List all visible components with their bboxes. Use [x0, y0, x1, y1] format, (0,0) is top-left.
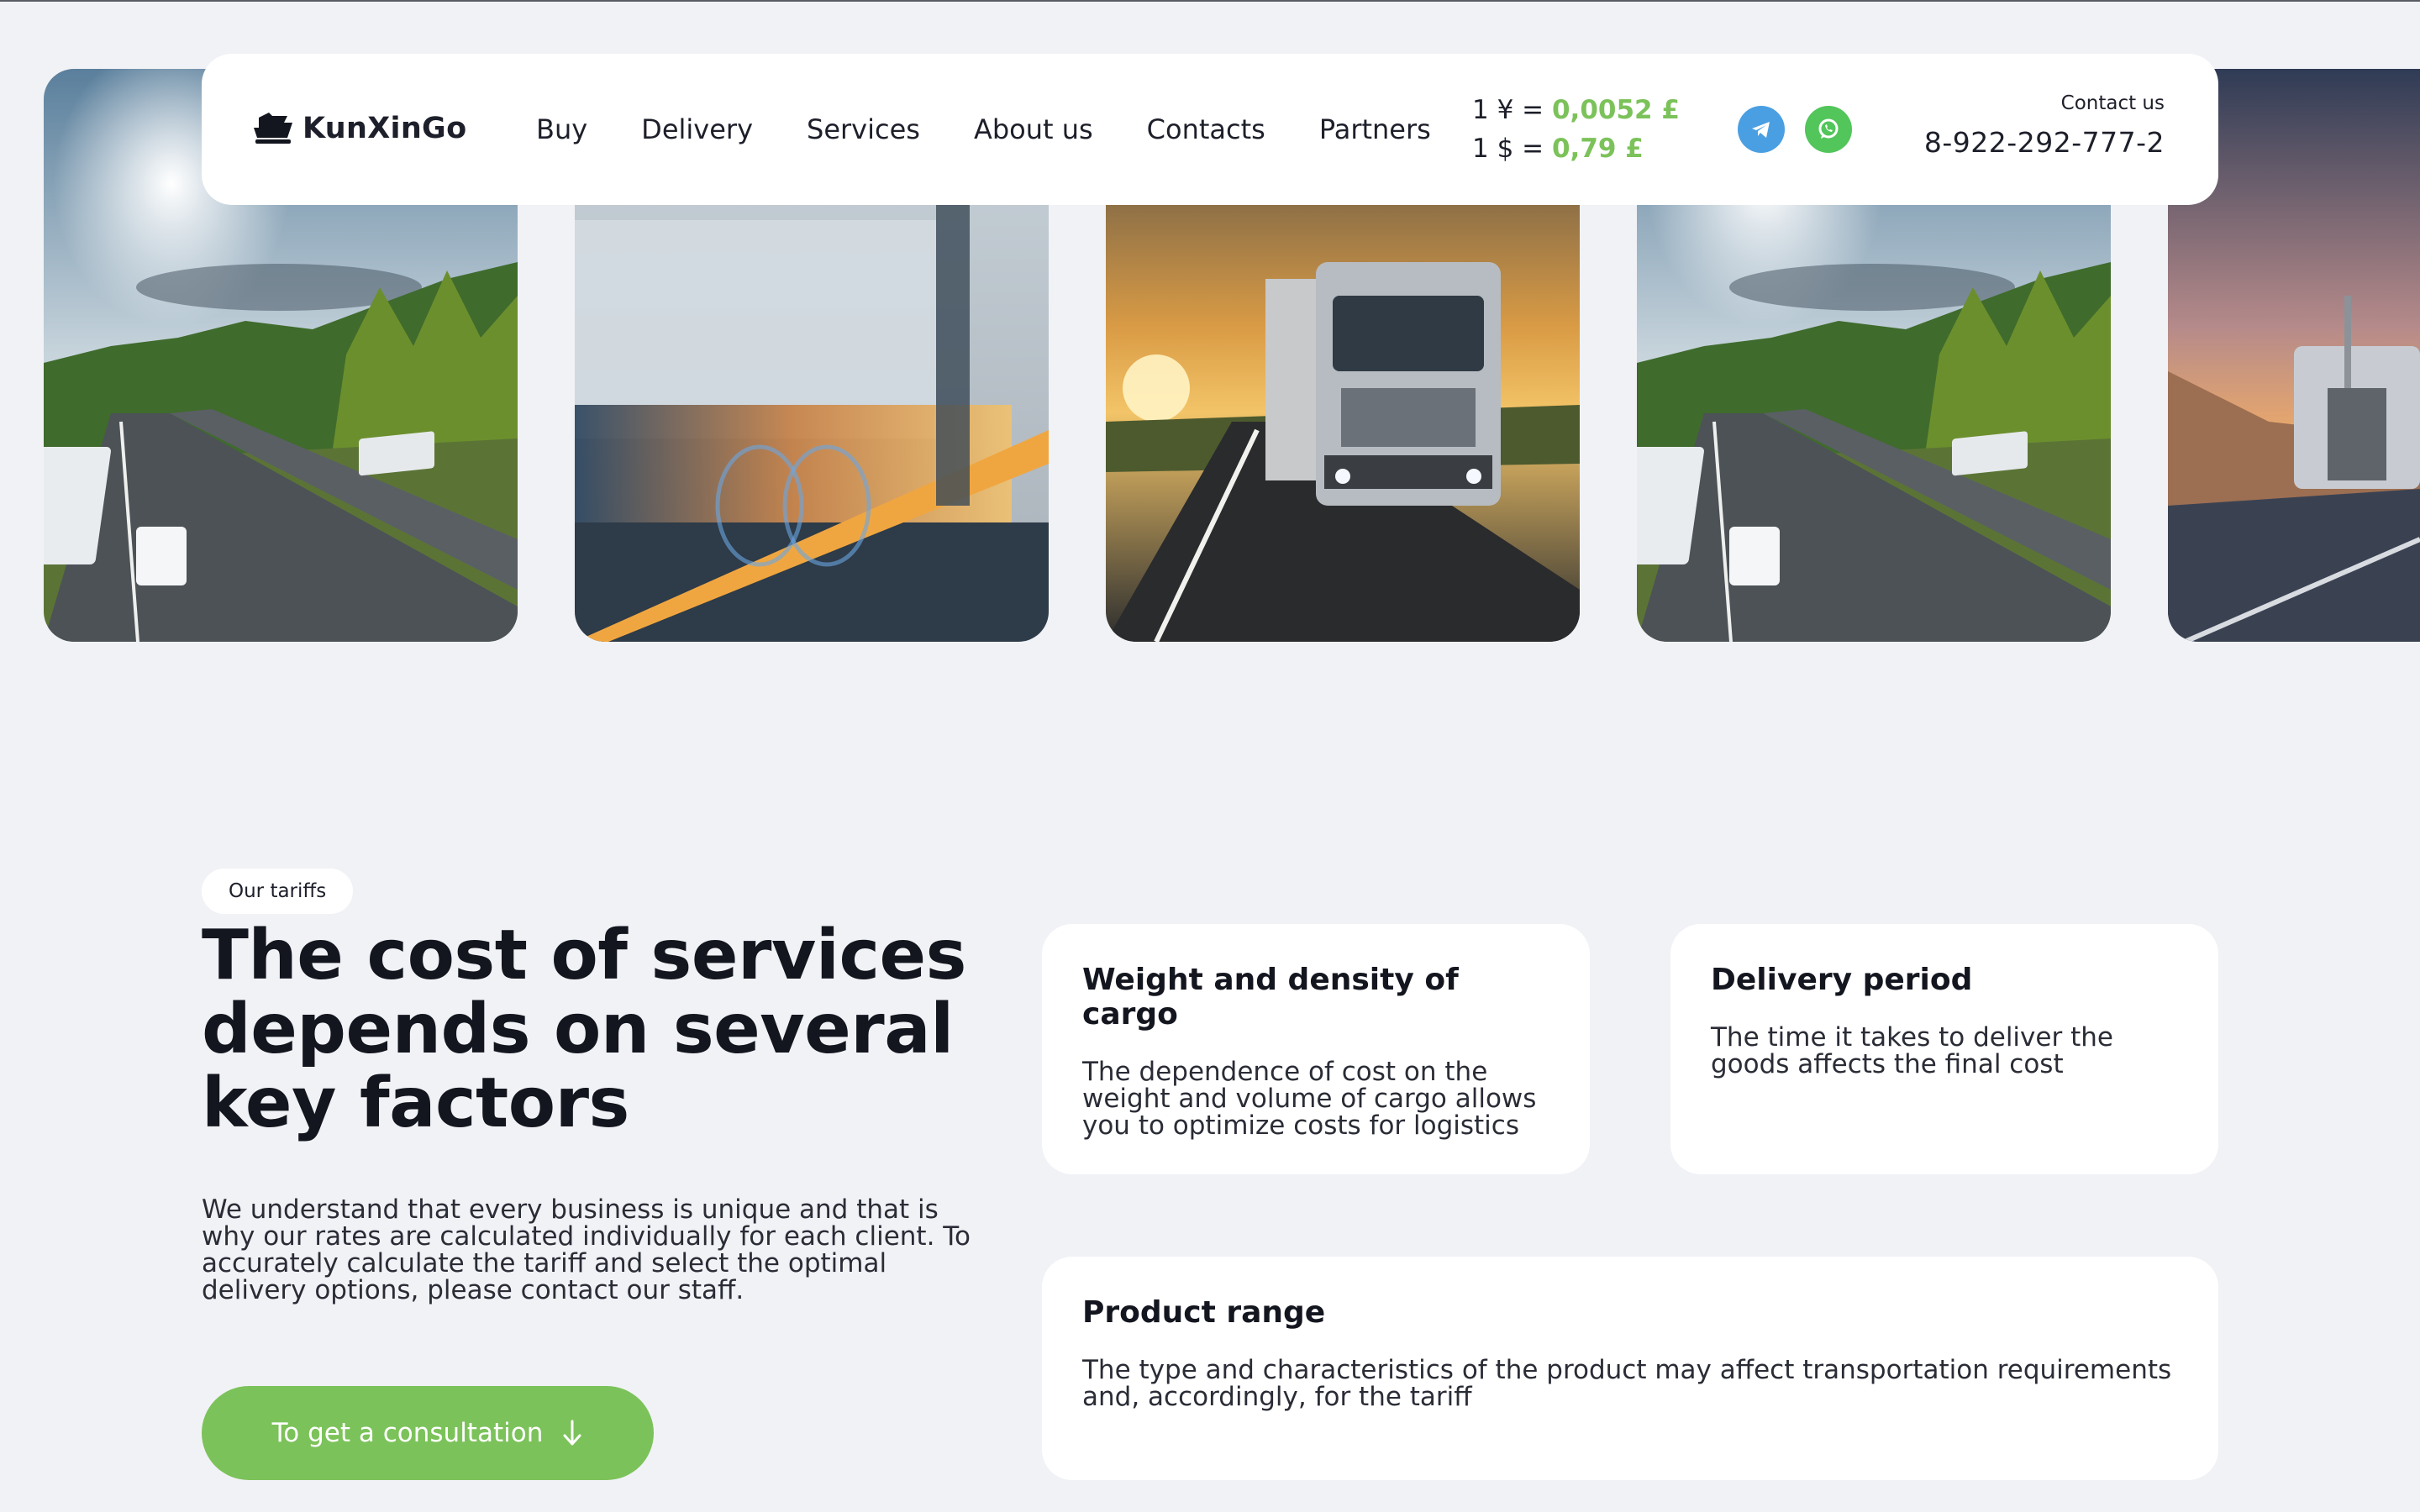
site-header: KunXinGo Buy Delivery Services About us …: [202, 54, 2218, 205]
exchange-rates: 1 ¥ = 0,0052 £ 1 $ = 0,79 £: [1472, 91, 1680, 168]
factor-card-product-range: Product range The type and characteristi…: [1042, 1257, 2218, 1480]
factor-card-title: Product range: [1082, 1295, 1326, 1330]
consultation-button-label: To get a consultation: [271, 1418, 544, 1448]
nav-buy[interactable]: Buy: [536, 113, 587, 145]
social-links: [1738, 106, 1852, 153]
phone-number[interactable]: 8-922-292-777-2: [1924, 126, 2165, 159]
factor-card-title: Weight and density of cargo: [1082, 963, 1459, 1032]
contact-block: Contact us 8-922-292-777-2: [1924, 92, 2165, 159]
arrow-down-icon: [563, 1420, 581, 1446]
factor-card-text: The type and characteristics of the prod…: [1082, 1355, 2172, 1412]
nav-contacts[interactable]: Contacts: [1147, 113, 1265, 145]
rate-dollar: 1 $ = 0,79 £: [1472, 129, 1680, 168]
whatsapp-button[interactable]: [1805, 106, 1852, 153]
telegram-icon: [1752, 122, 1770, 138]
section-title: The cost of services depends on several …: [202, 916, 966, 1143]
logo-text: KunXinGo: [302, 112, 467, 145]
section-badge: Our tariffs: [202, 869, 354, 914]
nav-delivery[interactable]: Delivery: [641, 113, 753, 145]
rate-yuan: 1 ¥ = 0,0052 £: [1472, 91, 1680, 129]
ship-icon: [254, 113, 292, 144]
telegram-button[interactable]: [1738, 106, 1785, 153]
logo[interactable]: KunXinGo: [254, 111, 466, 146]
contact-label: Contact us: [2060, 92, 2165, 114]
nav-partners[interactable]: Partners: [1319, 113, 1431, 145]
consultation-button[interactable]: To get a consultation: [202, 1386, 654, 1480]
rate-dollar-value: 0,79 £: [1551, 134, 1644, 164]
rate-yuan-prefix: 1 ¥ =: [1472, 95, 1552, 125]
nav-services[interactable]: Services: [807, 113, 920, 145]
factor-card-delivery-period: Delivery period The time it takes to del…: [1670, 924, 2218, 1174]
factor-card-text: The time it takes to deliver the goods a…: [1711, 1022, 2113, 1079]
factor-card-text: The dependence of cost on the weight and…: [1082, 1057, 1537, 1141]
top-rule: [0, 0, 2420, 2]
rate-dollar-prefix: 1 $ =: [1472, 134, 1552, 164]
nav-about-us[interactable]: About us: [974, 113, 1093, 145]
main-nav: Buy Delivery Services About us Contacts …: [536, 54, 1431, 205]
section-description: We understand that every business is uni…: [202, 1194, 971, 1305]
factor-card-title: Delivery period: [1711, 963, 1973, 997]
rate-yuan-value: 0,0052 £: [1551, 95, 1680, 125]
whatsapp-icon: [1818, 118, 1839, 139]
factor-card-weight: Weight and density of cargo The dependen…: [1042, 924, 1590, 1174]
